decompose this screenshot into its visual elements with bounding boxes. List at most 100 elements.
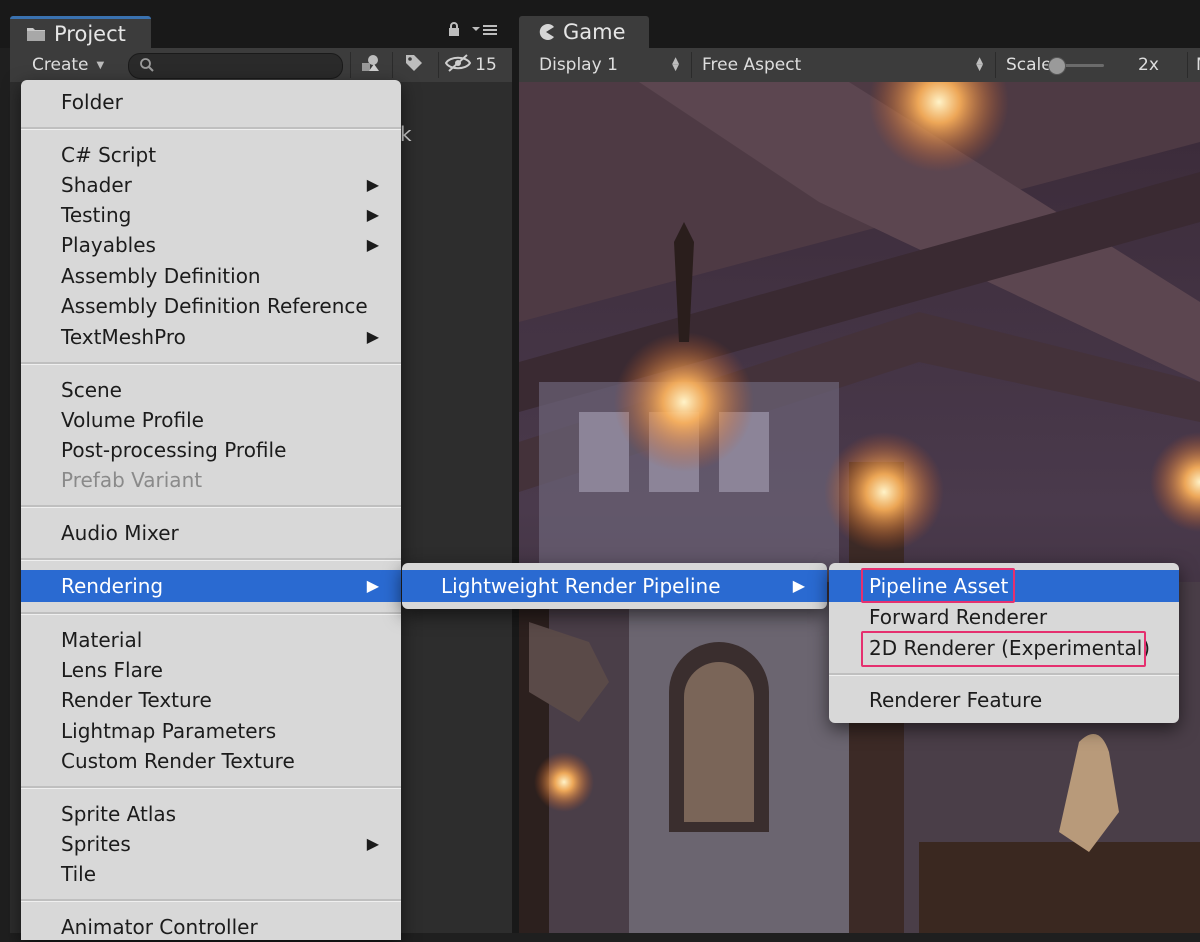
menu-item-label: Volume Profile	[61, 408, 204, 432]
up-down-arrows-icon: ▲ ▼	[976, 56, 983, 73]
maximize-label: M	[1196, 55, 1200, 75]
menu-item-label: Shader	[61, 173, 132, 197]
tab-strip: Project Game	[0, 0, 1200, 48]
tavern-scene-image	[519, 82, 1200, 933]
menu-item-label: Playables	[61, 233, 156, 257]
menu-item-volume-profile[interactable]: Volume Profile	[21, 405, 401, 435]
menu-item-lens-flare[interactable]: Lens Flare	[21, 655, 401, 685]
menu-item-label: Pipeline Asset	[869, 574, 1009, 598]
menu-item-csharp-script[interactable]: C# Script	[21, 140, 401, 170]
game-view[interactable]	[519, 82, 1200, 933]
menu-item-material[interactable]: Material	[21, 625, 401, 655]
menu-item-prefab-variant: Prefab Variant	[21, 465, 401, 495]
menu-item-label: Material	[61, 628, 143, 652]
menu-item-shader[interactable]: Shader ▶	[21, 170, 401, 200]
menu-item-assembly-definition-reference[interactable]: Assembly Definition Reference	[21, 291, 401, 321]
menu-item-forward-renderer[interactable]: Forward Renderer	[829, 602, 1179, 632]
aspect-dropdown[interactable]: Free Aspect ▲ ▼	[691, 52, 993, 78]
search-input[interactable]	[128, 53, 343, 79]
aspect-label: Free Aspect	[702, 55, 802, 75]
maximize-on-play-button[interactable]: M	[1187, 52, 1200, 78]
menu-item-pipeline-asset[interactable]: Pipeline Asset	[829, 570, 1179, 602]
game-toolbar: Display 1 ▲▼ Free Aspect ▲▼ Scale 2x M	[519, 48, 1200, 82]
tab-project[interactable]: Project	[10, 16, 151, 48]
menu-item-label: Post-processing Profile	[61, 438, 287, 462]
menu-item-label: Assembly Definition	[61, 264, 261, 288]
menu-item-label: Folder	[61, 90, 123, 114]
menu-item-folder[interactable]: Folder	[21, 87, 401, 117]
lock-icon[interactable]	[448, 22, 460, 41]
menu-item-label: Rendering	[61, 574, 164, 598]
hidden-packages-toggle[interactable]: 15	[438, 52, 503, 78]
hidden-count: 15	[475, 55, 497, 75]
menu-item-renderer-feature[interactable]: Renderer Feature	[829, 685, 1179, 715]
panel-divider[interactable]	[512, 48, 519, 933]
filter-by-label-button[interactable]	[392, 52, 435, 78]
tag-icon	[404, 53, 424, 77]
menu-separator	[829, 673, 1179, 676]
menu-item-label: Renderer Feature	[869, 688, 1043, 712]
triangle-right-icon: ▶	[366, 834, 379, 853]
menu-item-label: Audio Mixer	[61, 521, 179, 545]
eye-slash-icon	[445, 54, 472, 76]
menu-item-sprites[interactable]: Sprites ▶	[21, 829, 401, 859]
menu-item-post-processing-profile[interactable]: Post-processing Profile	[21, 435, 401, 465]
search-icon	[139, 57, 155, 77]
panel-menu-icon[interactable]	[472, 22, 498, 41]
menu-item-assembly-definition[interactable]: Assembly Definition	[21, 261, 401, 291]
menu-item-lightweight-render-pipeline[interactable]: Lightweight Render Pipeline ▶	[402, 570, 827, 602]
tab-game-label: Game	[563, 20, 626, 44]
menu-separator	[21, 362, 401, 365]
menu-item-audio-mixer[interactable]: Audio Mixer	[21, 518, 401, 548]
folder-icon	[26, 26, 46, 42]
menu-separator	[21, 612, 401, 615]
up-down-arrows-icon: ▲ ▼	[672, 56, 679, 73]
scale-control: Scale 2x	[995, 52, 1185, 78]
menu-separator	[21, 558, 401, 561]
menu-item-label: Animator Controller	[61, 915, 258, 939]
filter-by-type-button[interactable]	[350, 52, 391, 78]
menu-item-label: Lightweight Render Pipeline	[441, 574, 721, 598]
triangle-right-icon: ▶	[792, 576, 805, 595]
menu-item-testing[interactable]: Testing ▶	[21, 200, 401, 230]
menu-separator	[21, 505, 401, 508]
menu-separator	[21, 786, 401, 789]
rendering-submenu: Lightweight Render Pipeline ▶	[402, 563, 827, 609]
menu-item-label: Sprites	[61, 832, 131, 856]
menu-item-label: Forward Renderer	[869, 605, 1048, 629]
menu-item-rendering[interactable]: Rendering ▶	[21, 570, 401, 602]
menu-item-tile[interactable]: Tile	[21, 859, 401, 889]
menu-item-label: Lens Flare	[61, 658, 163, 682]
triangle-right-icon: ▶	[366, 235, 379, 254]
menu-item-label: Assembly Definition Reference	[61, 294, 368, 318]
menu-item-playables[interactable]: Playables ▶	[21, 230, 401, 260]
folder-name-fragment: k	[400, 122, 412, 146]
tab-game[interactable]: Game	[519, 16, 649, 48]
triangle-right-icon: ▶	[366, 576, 379, 595]
menu-item-label: 2D Renderer (Experimental)	[869, 636, 1151, 660]
scale-slider-knob[interactable]	[1048, 57, 1066, 75]
lightweight-render-pipeline-submenu: Pipeline Asset Forward Renderer 2D Rende…	[829, 563, 1179, 723]
display-label: Display 1	[539, 55, 618, 75]
menu-item-2d-renderer[interactable]: 2D Renderer (Experimental)	[829, 633, 1179, 663]
create-context-menu: Folder C# Script Shader ▶ Testing ▶ Playab…	[21, 80, 401, 940]
create-dropdown[interactable]: Create ▼	[22, 52, 118, 78]
menu-item-animator-controller[interactable]: Animator Controller	[21, 912, 401, 942]
menu-item-scene[interactable]: Scene	[21, 375, 401, 405]
menu-item-label: C# Script	[61, 143, 157, 167]
menu-item-custom-render-texture[interactable]: Custom Render Texture	[21, 746, 401, 776]
scale-label: Scale	[1006, 55, 1052, 75]
menu-item-label: Testing	[61, 203, 132, 227]
menu-item-textmeshpro[interactable]: TextMeshPro ▶	[21, 322, 401, 352]
display-dropdown[interactable]: Display 1 ▲ ▼	[527, 52, 689, 78]
scale-value: 2x	[1138, 55, 1159, 75]
menu-item-label: Custom Render Texture	[61, 749, 295, 773]
panel-options	[448, 22, 498, 41]
menu-item-render-texture[interactable]: Render Texture	[21, 685, 401, 715]
triangle-right-icon: ▶	[366, 327, 379, 346]
menu-item-sprite-atlas[interactable]: Sprite Atlas	[21, 799, 401, 829]
shapes-icon	[360, 54, 382, 76]
create-label: Create	[32, 55, 89, 75]
menu-item-lightmap-parameters[interactable]: Lightmap Parameters	[21, 716, 401, 746]
caret-down-icon: ▼	[96, 59, 105, 71]
